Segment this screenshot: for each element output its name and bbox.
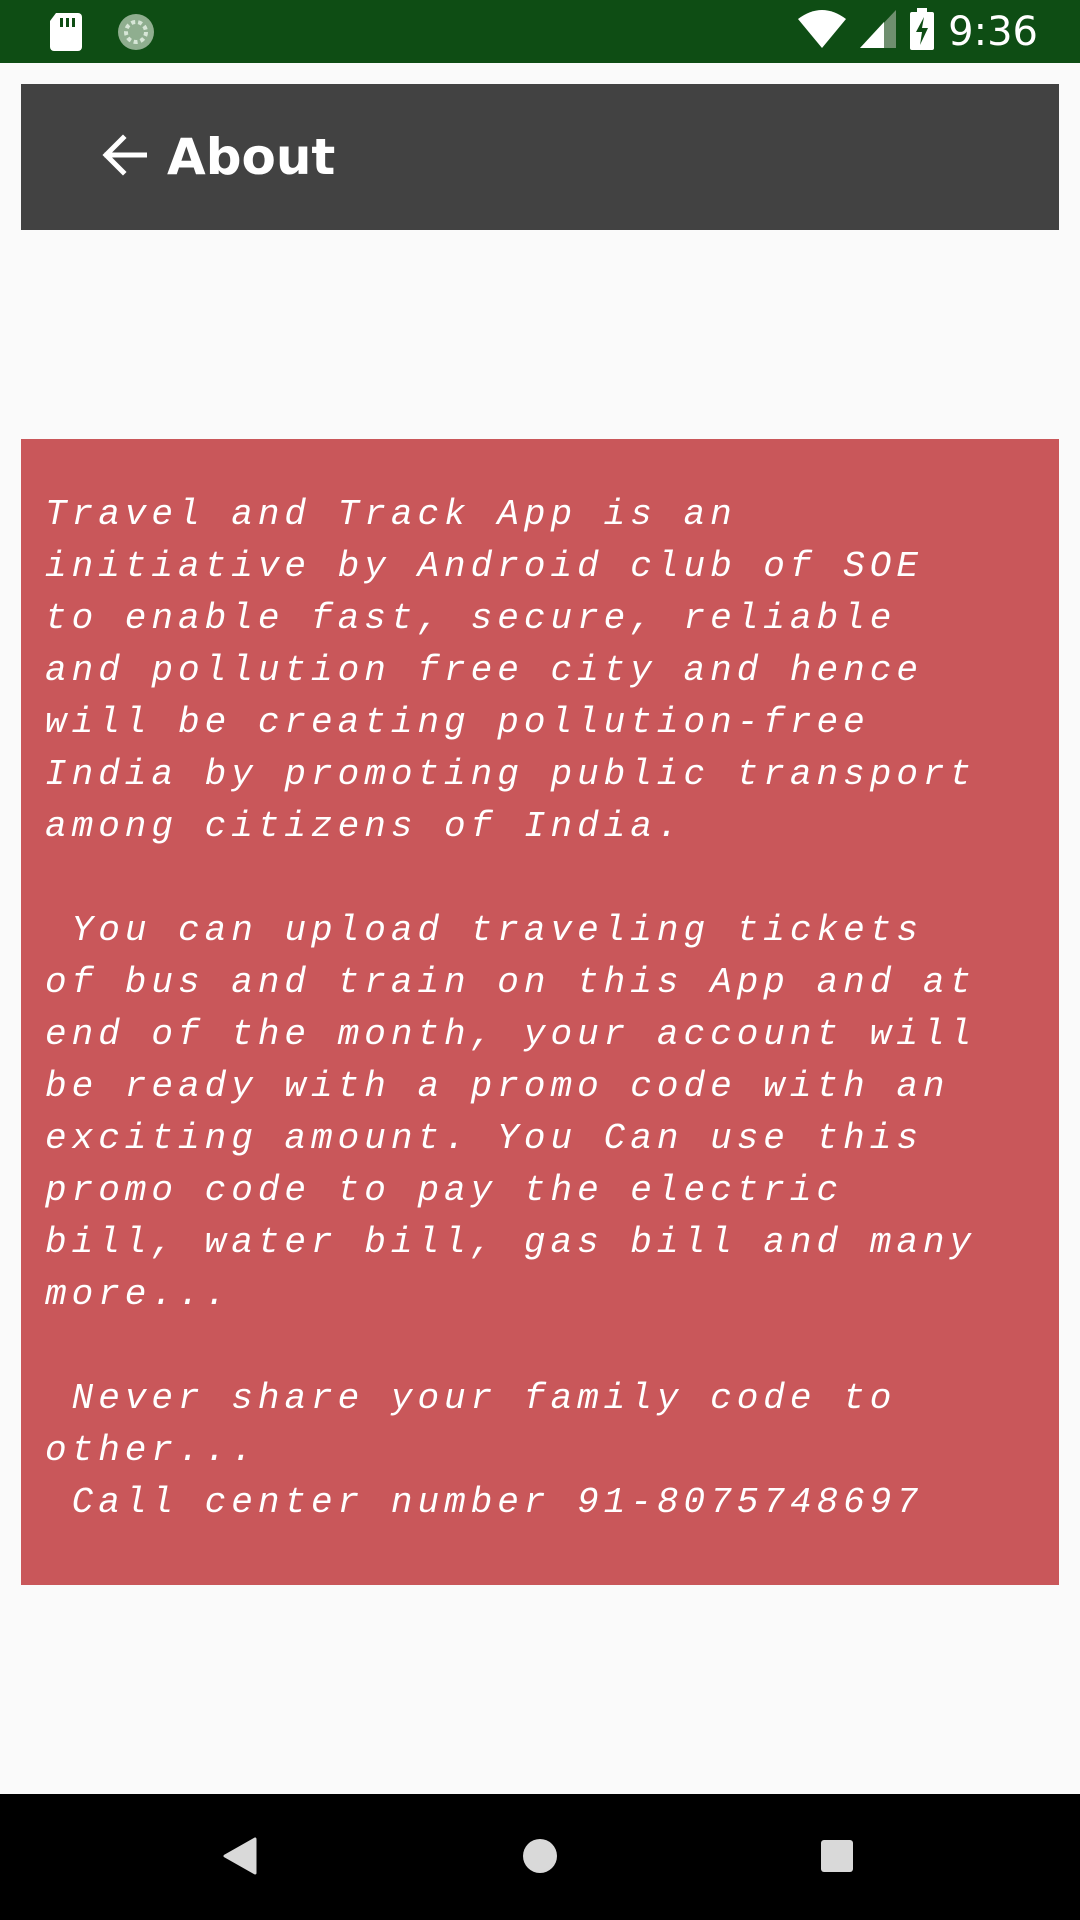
battery-charging-icon (910, 8, 935, 55)
recents-square-icon (821, 1839, 853, 1877)
status-bar: 9:36 (0, 0, 1080, 63)
back-triangle-icon (223, 1837, 257, 1880)
arrow-back-icon (101, 132, 148, 183)
toolbar: About (21, 84, 1059, 230)
nav-back-button[interactable] (210, 1828, 270, 1888)
back-button[interactable] (89, 122, 159, 192)
about-card: Travel and Track App is an initiative by… (21, 439, 1059, 1585)
nav-home-button[interactable] (510, 1828, 570, 1888)
wifi-icon (798, 10, 847, 53)
nav-recents-button[interactable] (807, 1828, 867, 1888)
page-title: About (167, 128, 336, 186)
status-bar-left (50, 12, 156, 57)
about-text: Travel and Track App is an initiative by… (45, 494, 977, 1523)
navigation-bar (0, 1794, 1080, 1920)
status-bar-right: 9:36 (798, 8, 1038, 55)
status-time: 9:36 (948, 8, 1038, 55)
signal-icon (860, 10, 897, 53)
sync-icon (116, 12, 156, 57)
home-circle-icon (522, 1838, 558, 1879)
sd-card-icon (50, 13, 82, 56)
